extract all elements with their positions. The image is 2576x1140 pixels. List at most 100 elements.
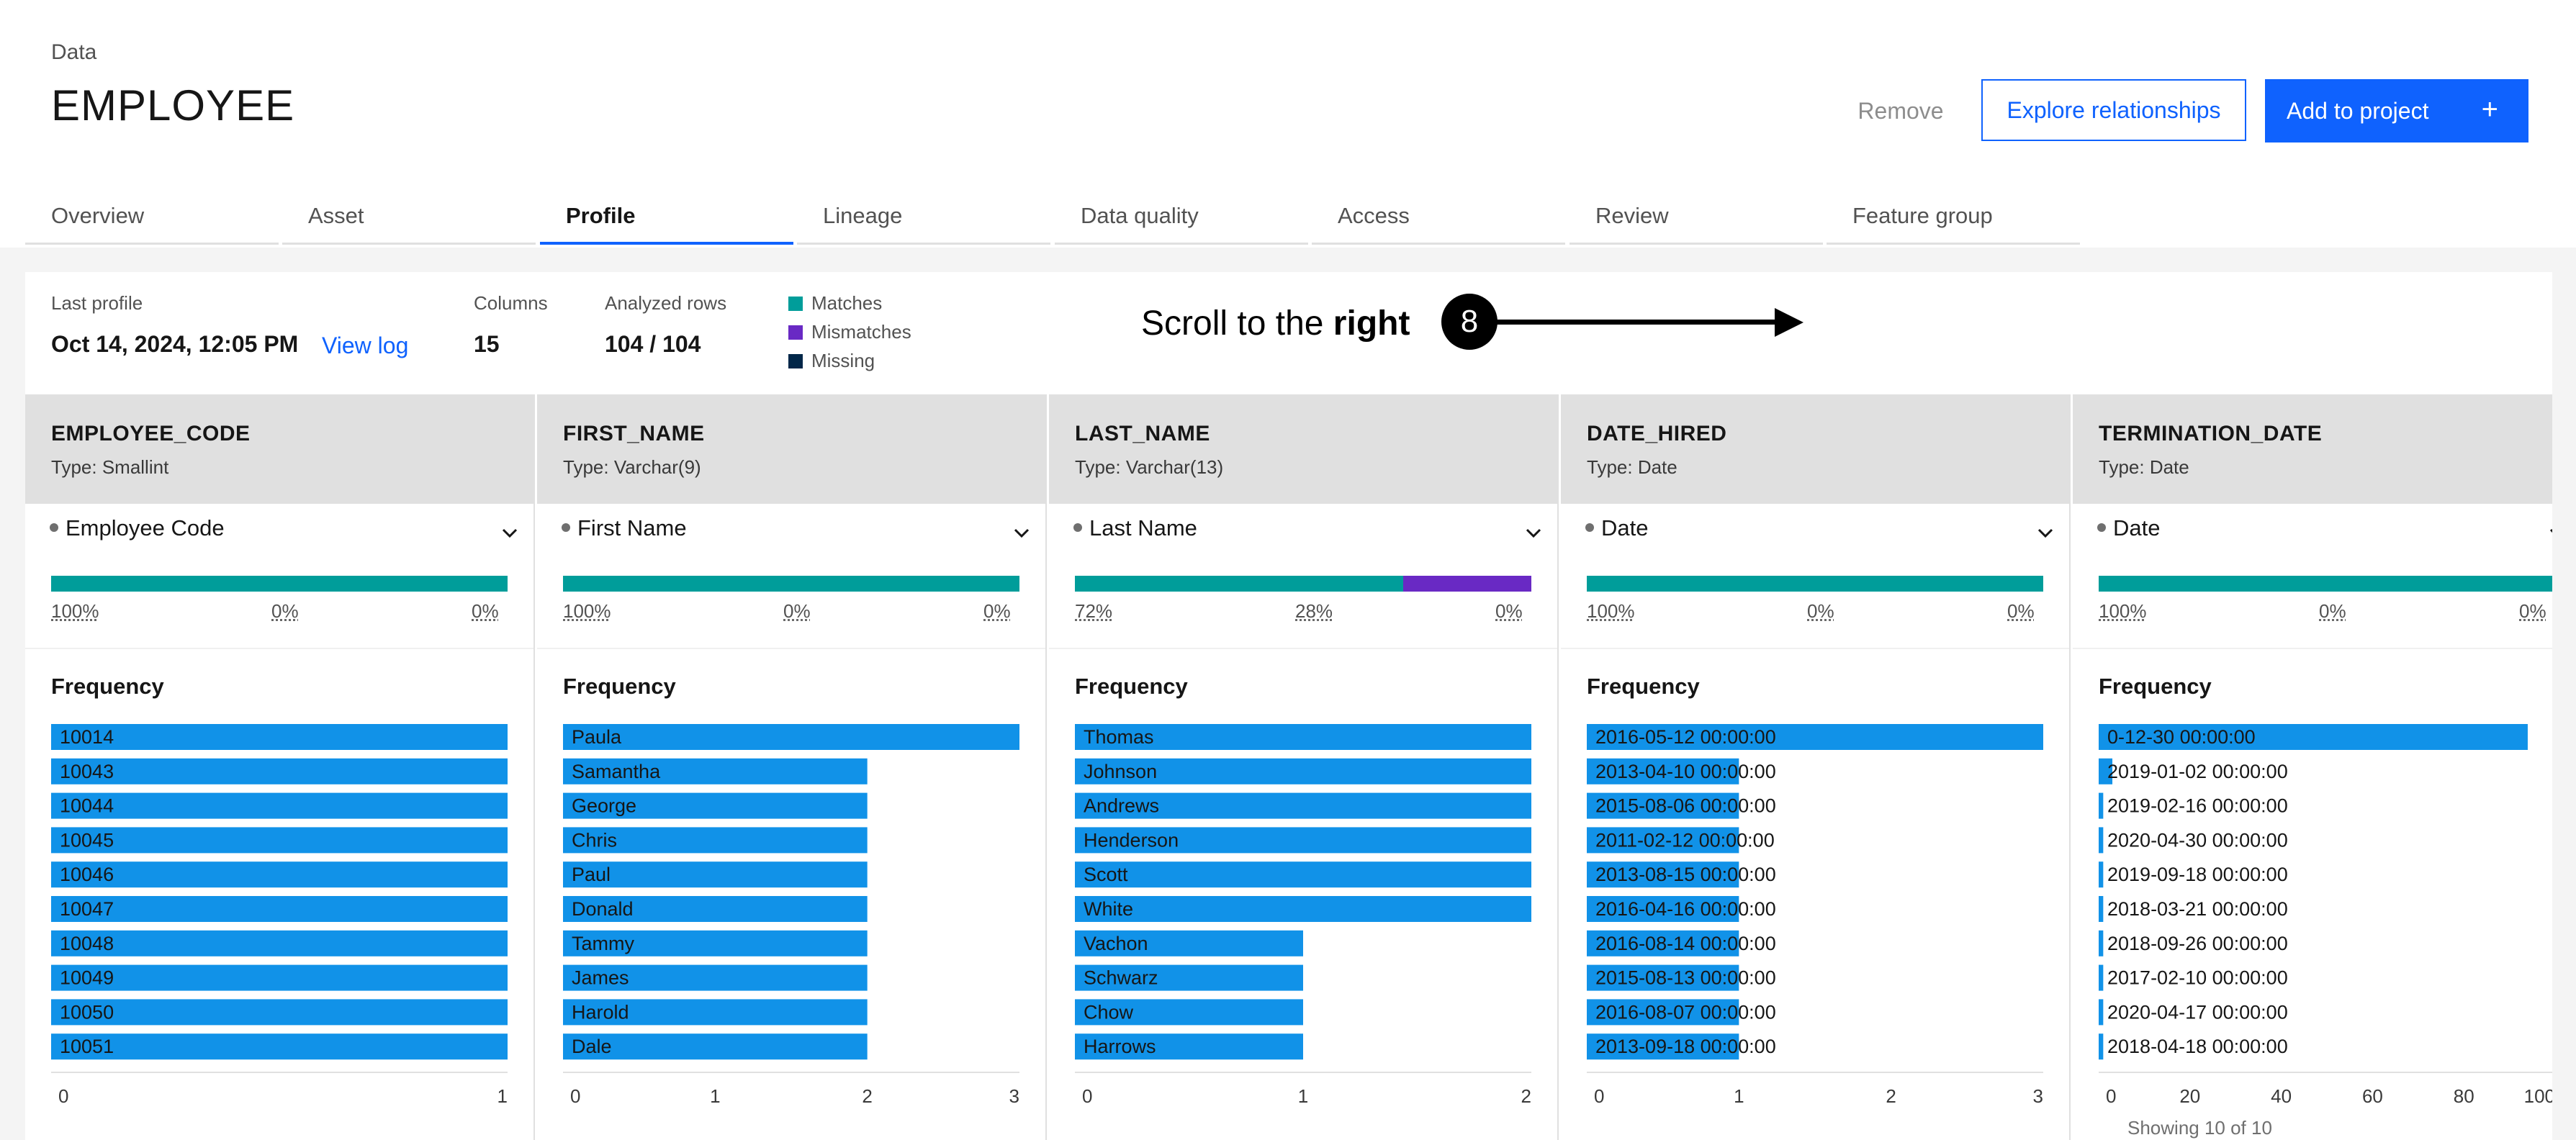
missing-percent[interactable]: 0% <box>2007 600 2035 623</box>
breadcrumb[interactable]: Data <box>51 40 96 65</box>
frequency-bar-label: 2019-01-02 00:00:00 <box>2107 761 2288 782</box>
remove-button[interactable]: Remove <box>1829 79 1973 142</box>
explore-relationships-button[interactable]: Explore relationships <box>1981 79 2246 141</box>
tab-data-quality[interactable]: Data quality <box>1055 194 1308 245</box>
frequency-bar[interactable] <box>51 724 508 750</box>
match-percent[interactable]: 72% <box>1075 600 1112 623</box>
match-percent[interactable]: 100% <box>2099 600 2147 623</box>
column-card: TERMINATION_DATE Type: Date Date 100% 0% 0% Fr… <box>2073 394 2552 1140</box>
tab-feature-group[interactable]: Feature group <box>1827 194 2080 245</box>
chevron-down-icon[interactable] <box>2549 525 2552 541</box>
chevron-down-icon[interactable] <box>1526 525 1541 541</box>
last-profile-value: Oct 14, 2024, 12:05 PM <box>51 331 299 357</box>
frequency-bar[interactable] <box>2099 964 2104 991</box>
x-axis-tick-label: 0 <box>2106 1085 2116 1107</box>
classification-dropdown[interactable]: Date <box>1585 515 2053 558</box>
data-quality-bar[interactable] <box>1587 576 2043 592</box>
frequency-bar[interactable] <box>2099 861 2104 888</box>
add-to-project-button[interactable]: Add to project + <box>2265 79 2528 142</box>
tab-asset[interactable]: Asset <box>282 194 536 245</box>
chevron-down-icon[interactable] <box>2037 525 2053 541</box>
data-quality-bar[interactable] <box>563 576 1019 592</box>
tab-overview[interactable]: Overview <box>25 194 279 245</box>
classification-dropdown[interactable]: Employee Code <box>50 515 518 558</box>
match-percent[interactable]: 100% <box>1587 600 1635 623</box>
frequency-bar[interactable] <box>51 999 508 1026</box>
add-to-project-label: Add to project <box>2287 97 2429 124</box>
frequency-bar-label: 2019-02-16 00:00:00 <box>2107 795 2288 817</box>
classification-dropdown[interactable]: First Name <box>562 515 1030 558</box>
tab-lineage[interactable]: Lineage <box>797 194 1050 245</box>
column-type: Type: Varchar(13) <box>1075 456 1224 478</box>
frequency-bar[interactable] <box>2099 896 2104 922</box>
frequency-title: Frequency <box>2099 674 2212 699</box>
frequency-bar-label: 10051 <box>60 1036 114 1057</box>
frequency-bar[interactable] <box>2099 1033 2104 1060</box>
x-axis-tick-label: 100 <box>2524 1085 2552 1107</box>
frequency-bar[interactable] <box>563 724 1019 750</box>
frequency-bar[interactable] <box>51 758 508 784</box>
missing-percent[interactable]: 0% <box>1495 600 1523 623</box>
x-axis-tick-label: 1 <box>497 1085 508 1107</box>
data-quality-bar[interactable] <box>2099 576 2552 592</box>
frequency-bar[interactable] <box>51 792 508 819</box>
frequency-bar-label: 10044 <box>60 795 114 817</box>
frequency-bar[interactable] <box>51 964 508 991</box>
frequency-bar[interactable] <box>51 1033 508 1060</box>
missing-percent[interactable]: 0% <box>2519 600 2546 623</box>
classification-dropdown[interactable]: Last Name <box>1073 515 1541 558</box>
missing-percent[interactable]: 0% <box>472 600 499 623</box>
view-log-link[interactable]: View log <box>322 332 408 359</box>
frequency-bar[interactable] <box>1075 861 1531 888</box>
chevron-down-icon[interactable] <box>502 525 518 541</box>
frequency-bar[interactable] <box>51 861 508 888</box>
divider <box>2073 648 2552 649</box>
column-name: DATE_HIRED <box>1587 422 1727 445</box>
classification-dropdown[interactable]: Date <box>2097 515 2552 558</box>
mismatch-percent[interactable]: 0% <box>271 600 299 623</box>
mismatch-percent[interactable]: 0% <box>1807 600 1834 623</box>
tab-review[interactable]: Review <box>1570 194 1823 245</box>
frequency-bar[interactable] <box>2099 999 2104 1026</box>
frequency-bar[interactable] <box>2099 827 2104 854</box>
frequency-bar[interactable] <box>1075 896 1531 922</box>
mismatch-percent[interactable]: 0% <box>2319 600 2346 623</box>
column-card: FIRST_NAME Type: Varchar(9) First Name 100%… <box>537 394 1047 1140</box>
column-cards[interactable]: EMPLOYEE_CODE Type: Smallint Employee Code… <box>25 394 2552 1140</box>
data-quality-bar[interactable] <box>1075 576 1531 592</box>
frequency-bar[interactable] <box>2099 930 2104 956</box>
frequency-bar-label: 10046 <box>60 864 114 885</box>
x-axis-tick-label: 3 <box>2033 1085 2043 1107</box>
frequency-bar-label: 10014 <box>60 726 114 748</box>
tab-profile[interactable]: Profile <box>540 194 793 245</box>
missing-percent[interactable]: 0% <box>983 600 1011 623</box>
profile-summary: Last profile Oct 14, 2024, 12:05 PM View… <box>25 272 2552 394</box>
frequency-bar[interactable] <box>2099 792 2104 819</box>
mismatch-percent[interactable]: 0% <box>783 600 811 623</box>
frequency-bar-label: 2015-08-06 00:00:00 <box>1595 795 1776 817</box>
frequency-bar[interactable] <box>51 827 508 854</box>
x-axis-tick-label: 20 <box>2179 1085 2200 1107</box>
chevron-down-icon[interactable] <box>1014 525 1030 541</box>
frequency-bar-label: 0-12-30 00:00:00 <box>2107 726 2256 748</box>
data-quality-bar[interactable] <box>51 576 508 592</box>
frequency-bar-label: Harold <box>572 1001 629 1023</box>
frequency-bar-label: 2016-08-07 00:00:00 <box>1595 1001 1776 1023</box>
frequency-bar[interactable] <box>51 930 508 956</box>
match-percent[interactable]: 100% <box>563 600 611 623</box>
match-percent[interactable]: 100% <box>51 600 99 623</box>
column-name: TERMINATION_DATE <box>2099 422 2323 445</box>
frequency-bar-label: Tammy <box>572 933 634 954</box>
frequency-bar-label: 10048 <box>60 933 114 954</box>
column-name: FIRST_NAME <box>563 422 705 445</box>
tab-access[interactable]: Access <box>1312 194 1565 245</box>
frequency-bar-label: Vachon <box>1084 933 1148 954</box>
column-card: EMPLOYEE_CODE Type: Smallint Employee Code… <box>25 394 535 1140</box>
frequency-bar-label: 2013-09-18 00:00:00 <box>1595 1036 1776 1057</box>
frequency-bar[interactable] <box>51 896 508 922</box>
frequency-title: Frequency <box>51 674 164 699</box>
frequency-bar-label: 10043 <box>60 761 114 782</box>
mismatch-percent[interactable]: 28% <box>1295 600 1333 623</box>
x-axis-tick-label: 60 <box>2362 1085 2383 1107</box>
legend-matches-label: Matches <box>811 292 883 314</box>
